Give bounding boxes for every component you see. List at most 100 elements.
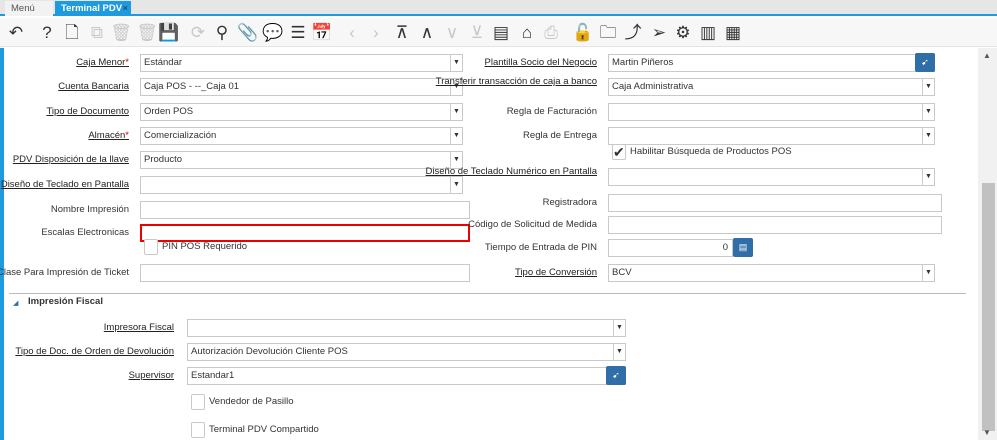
terminal-compartido-checkbox[interactable]	[191, 422, 205, 438]
lookup-button[interactable]: ➹	[606, 366, 626, 385]
codigo-medida-field[interactable]	[608, 216, 942, 234]
field-label[interactable]: Plantilla Socio del Negocio	[417, 57, 597, 68]
diseno-teclado-field[interactable]: ▼	[140, 176, 463, 194]
calendar-icon[interactable]: 📅	[311, 22, 333, 44]
chevron-down-icon[interactable]: ▼	[922, 79, 934, 95]
section-title[interactable]: Impresión Fiscal	[28, 296, 103, 307]
calculator-button[interactable]: ▤	[733, 238, 753, 257]
undo-icon[interactable]: ↶	[5, 22, 27, 44]
help-icon[interactable]: ?	[36, 22, 58, 44]
last-record-icon[interactable]: ⊻	[466, 22, 488, 44]
cuenta-bancaria-field[interactable]: Caja POS - --_Caja 01 ▼	[140, 78, 463, 96]
supervisor-field[interactable]: Estandar1	[187, 367, 626, 385]
search-icon[interactable]: ⚲	[211, 22, 233, 44]
field-label[interactable]: Caja Menor*	[0, 57, 129, 68]
detail-record-icon[interactable]: ∨	[441, 22, 463, 44]
tipo-devolucion-field[interactable]: Autorización Devolución Cliente POS ▼	[187, 343, 626, 361]
product-info-icon[interactable]: ▥	[697, 22, 719, 44]
print-icon[interactable]: ⎙	[540, 22, 562, 44]
chat-icon[interactable]: 💬	[262, 22, 284, 44]
close-icon[interactable]: ×	[122, 1, 128, 16]
label-text: Cuenta Bancaria	[58, 81, 129, 92]
field-label[interactable]: Diseño de Teclado Numérico en Pantalla	[417, 166, 597, 177]
regla-entrega-field[interactable]: ▼	[608, 127, 935, 145]
almacen-field[interactable]: Comercialización ▼	[140, 127, 463, 145]
tab-menu[interactable]: Menú (0)	[5, 1, 53, 29]
collapse-icon[interactable]: ◢	[13, 299, 18, 307]
habilitar-busqueda-checkbox[interactable]: ✔	[612, 144, 626, 160]
scrollbar[interactable]: ▲ ▼	[978, 48, 997, 440]
terminal-compartido-label: Terminal PDV Compartido	[209, 424, 319, 435]
pdv-disposicion-field[interactable]: Producto ▼	[140, 151, 463, 169]
save-icon[interactable]: 💾	[158, 22, 180, 44]
refresh-icon[interactable]: ⟳	[187, 22, 209, 44]
settings-icon[interactable]: ⚙	[672, 22, 694, 44]
field-label[interactable]: Cuenta Bancaria	[0, 81, 129, 92]
field-label[interactable]: Tipo de Conversión	[417, 267, 597, 278]
field-label[interactable]: Impresora Fiscal	[0, 322, 174, 333]
field-label[interactable]: Diseño de Teclado en Pantalla	[0, 179, 129, 190]
plantilla-socio-field[interactable]: Martin Piñeros	[608, 54, 935, 72]
label-text: Supervisor	[128, 370, 174, 381]
first-record-icon[interactable]: ⊼	[391, 22, 413, 44]
delete-selection-icon[interactable]: 🗑	[136, 22, 158, 44]
send-icon[interactable]: ➢	[648, 22, 670, 44]
tiempo-pin-field[interactable]: 0	[608, 239, 733, 257]
chevron-down-icon[interactable]: ▼	[613, 344, 625, 360]
chevron-down-icon[interactable]: ▼	[922, 265, 934, 281]
zoom-across-icon[interactable]: 🗀	[597, 22, 619, 44]
grid-toggle-icon[interactable]: ☰	[287, 22, 309, 44]
label-text: PDV Disposición de la llave	[12, 154, 129, 165]
pin-pos-requerido-checkbox[interactable]	[144, 239, 158, 255]
copy-icon[interactable]: ⧉	[86, 22, 108, 44]
scrollbar-thumb[interactable]	[982, 183, 995, 431]
attachment-icon[interactable]: 📎	[237, 22, 259, 44]
lookup-button[interactable]: ➹	[915, 53, 935, 72]
vendedor-pasillo-checkbox[interactable]	[191, 394, 205, 410]
scroll-up-icon[interactable]: ▲	[983, 51, 991, 60]
parent-record-icon[interactable]: ∧	[416, 22, 438, 44]
field-label[interactable]: Almacén*	[0, 130, 129, 141]
section-divider	[9, 293, 966, 294]
delete-icon[interactable]: 🗑	[110, 22, 132, 44]
label-text: Diseño de Teclado en Pantalla	[0, 179, 129, 190]
field-label[interactable]: Tipo de Doc. de Orden de Devolución	[0, 346, 174, 357]
archive-icon[interactable]: ⌂	[516, 22, 538, 44]
field-value: 0	[722, 242, 728, 253]
registradora-field[interactable]	[608, 194, 942, 212]
chevron-down-icon[interactable]: ▼	[922, 128, 934, 144]
report-icon[interactable]: ▤	[490, 22, 512, 44]
chevron-down-icon[interactable]: ▼	[450, 177, 462, 193]
scroll-down-icon[interactable]: ▼	[983, 428, 991, 437]
field-label[interactable]: PDV Disposición de la llave	[0, 154, 129, 165]
chevron-down-icon[interactable]: ▼	[922, 104, 934, 120]
label-text: Regla de Entrega	[523, 130, 597, 141]
field-label[interactable]: Supervisor	[0, 370, 174, 381]
field-label[interactable]: Transferir transacción de caja a banco	[417, 76, 597, 87]
field-value: Estándar	[144, 57, 183, 68]
diseno-numerico-field[interactable]: ▼	[608, 168, 935, 186]
label-text: Registradora	[542, 197, 597, 208]
field-label: Tiempo de Entrada de PIN	[417, 242, 597, 253]
impresora-fiscal-field[interactable]: ▼	[187, 319, 626, 337]
workflow-icon[interactable]: ⤴	[622, 22, 644, 44]
lock-icon[interactable]: 🔓	[572, 22, 594, 44]
document-icon[interactable]: ▦	[722, 22, 744, 44]
field-value: Caja POS - --_Caja 01	[144, 81, 240, 92]
tipo-conversion-field[interactable]: BCV ▼	[608, 264, 935, 282]
caja-menor-field[interactable]: Estándar ▼	[140, 54, 463, 72]
label-text: Plantilla Socio del Negocio	[484, 57, 597, 68]
new-record-icon[interactable]: 🗋	[61, 22, 83, 44]
transferir-field[interactable]: Caja Administrativa ▼	[608, 78, 935, 96]
chevron-down-icon[interactable]: ▼	[922, 169, 934, 185]
tipo-documento-field[interactable]: Orden POS ▼	[140, 103, 463, 121]
label-text: Tipo de Conversión	[514, 267, 597, 278]
field-label: Escalas Electronicas	[0, 227, 129, 238]
label-text: Tipo de Doc. de Orden de Devolución	[15, 346, 174, 357]
tab-terminal-pdv[interactable]: Terminal PDV ×	[55, 1, 131, 16]
next-icon[interactable]: ›	[365, 22, 387, 44]
field-label[interactable]: Tipo de Documento	[0, 106, 129, 117]
chevron-down-icon[interactable]: ▼	[613, 320, 625, 336]
regla-facturacion-field[interactable]: ▼	[608, 103, 935, 121]
previous-icon[interactable]: ‹	[341, 22, 363, 44]
